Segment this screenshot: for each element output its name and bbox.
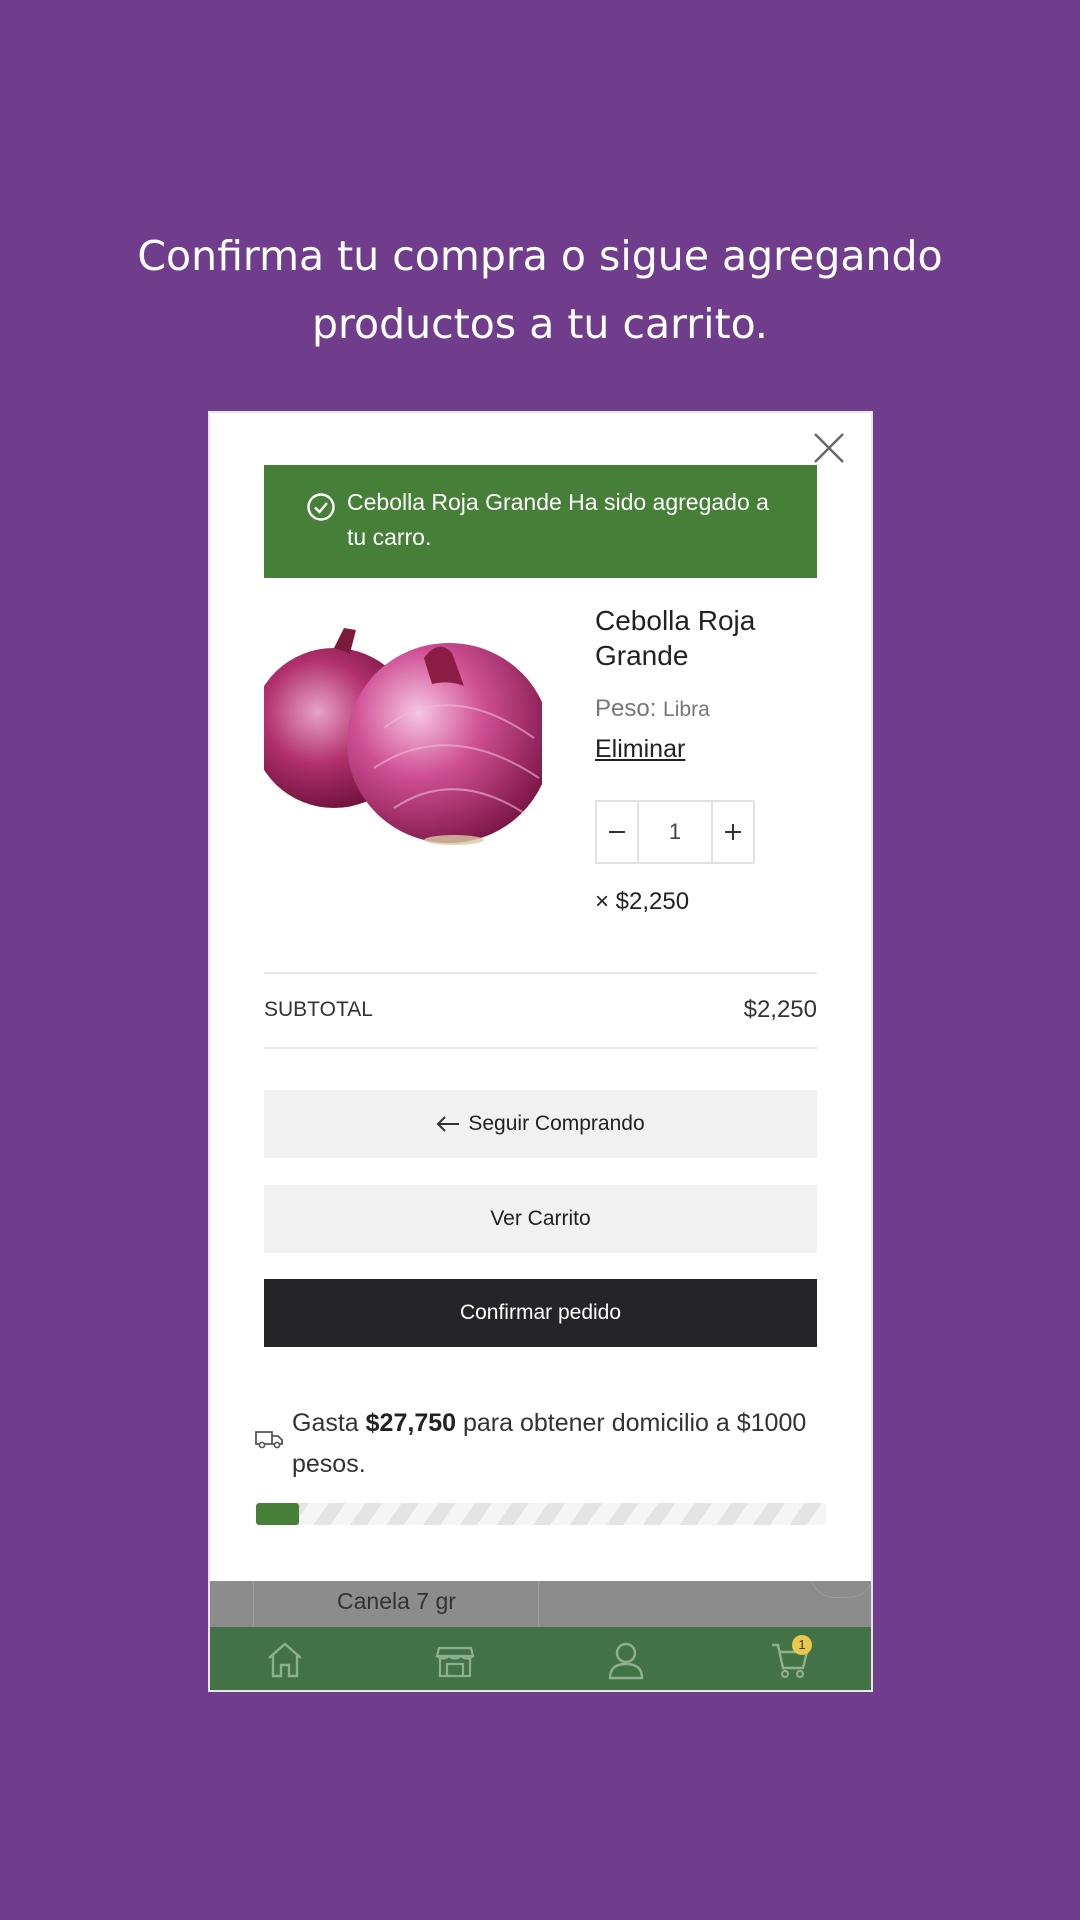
- continue-shopping-label: Seguir Comprando: [468, 1112, 645, 1135]
- weight-value: Libra: [663, 698, 710, 721]
- shipping-progress-bar: [256, 1503, 826, 1525]
- toast-message: Cebolla Roja Grande Ha sido agregado a t…: [347, 489, 769, 550]
- bottom-navigation: 1: [210, 1627, 871, 1690]
- shipping-amount: $27,750: [365, 1409, 457, 1437]
- home-icon[interactable]: [265, 1640, 305, 1680]
- user-icon[interactable]: [606, 1640, 646, 1680]
- product-name: Cebolla Roja Grande: [595, 605, 756, 671]
- remove-product-link[interactable]: Eliminar: [595, 735, 685, 764]
- quantity-value[interactable]: 1: [637, 802, 713, 862]
- product-price: × $2,250: [595, 888, 690, 915]
- quantity-stepper: 1: [595, 800, 755, 864]
- headline-line-2: productos a tu carrito.: [312, 300, 768, 348]
- shipping-progress-fill: [256, 1503, 299, 1525]
- truck-icon: [254, 1428, 284, 1450]
- plus-icon: [725, 824, 741, 840]
- store-icon[interactable]: [435, 1640, 475, 1680]
- divider: [264, 972, 817, 974]
- headline-line-1: Confirma tu compra o sigue agregando: [137, 232, 943, 280]
- floating-button-edge: [810, 1581, 871, 1598]
- divider: [264, 1047, 817, 1049]
- background-product-card: Canela 7 gr: [210, 1581, 871, 1627]
- view-cart-label: Ver Carrito: [490, 1207, 591, 1230]
- confirm-order-button[interactable]: Confirmar pedido: [264, 1279, 817, 1347]
- confirm-order-label: Confirmar pedido: [459, 1301, 622, 1324]
- close-icon[interactable]: [812, 431, 846, 465]
- shipping-prefix: Gasta: [292, 1409, 359, 1437]
- added-to-cart-toast: Cebolla Roja Grande Ha sido agregado a t…: [264, 465, 817, 578]
- cart-count-badge: 1: [792, 1635, 812, 1655]
- minus-icon: [609, 831, 625, 833]
- subtotal-value: $2,250: [743, 996, 817, 1023]
- increase-quantity-button[interactable]: [713, 802, 753, 862]
- product-weight: Peso: Libra: [595, 695, 710, 723]
- cart-confirmation-modal: Cebolla Roja Grande Ha sido agregado a t…: [210, 413, 871, 1690]
- view-cart-button[interactable]: Ver Carrito: [264, 1185, 817, 1253]
- page-headline: Confirma tu compra o sigue agregando pro…: [0, 222, 1080, 358]
- continue-shopping-button[interactable]: Seguir Comprando: [264, 1090, 817, 1158]
- decrease-quantity-button[interactable]: [597, 802, 637, 862]
- free-shipping-message: Gasta $27,750 para obtener domicilio a $…: [292, 1403, 832, 1485]
- check-circle-icon: [306, 492, 336, 522]
- weight-label: Peso:: [595, 695, 657, 722]
- subtotal-label: SUBTOTAL: [264, 998, 373, 1021]
- cart-icon[interactable]: 1: [770, 1635, 812, 1680]
- background-product-label: Canela 7 gr: [337, 1588, 456, 1614]
- product-image: [252, 608, 551, 883]
- arrow-left-icon: [436, 1115, 460, 1133]
